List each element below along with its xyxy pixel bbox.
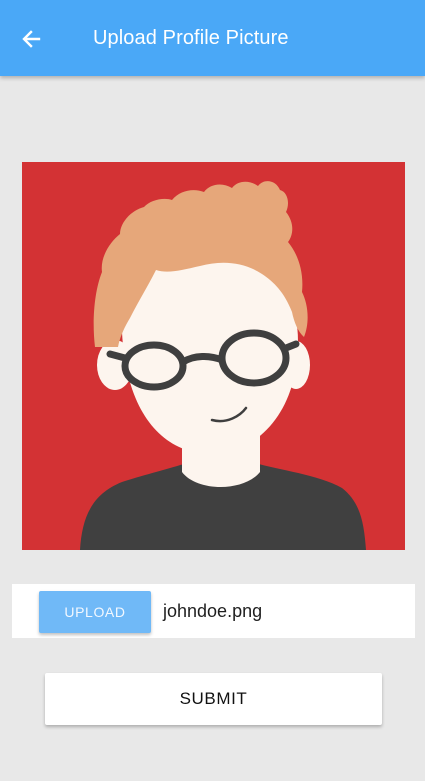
arrow-left-icon (22, 30, 41, 48)
app-bar: Upload Profile Picture (0, 0, 425, 76)
profile-picture-preview (22, 162, 405, 550)
upload-button[interactable]: UPLOAD (39, 591, 151, 633)
upload-row: UPLOAD johndoe.png (12, 584, 415, 638)
back-button[interactable] (12, 20, 50, 58)
avatar-illustration (80, 181, 366, 550)
submit-button[interactable]: SUBMIT (45, 673, 382, 725)
selected-file-name: johndoe.png (163, 601, 263, 621)
page-title: Upload Profile Picture (93, 27, 289, 49)
